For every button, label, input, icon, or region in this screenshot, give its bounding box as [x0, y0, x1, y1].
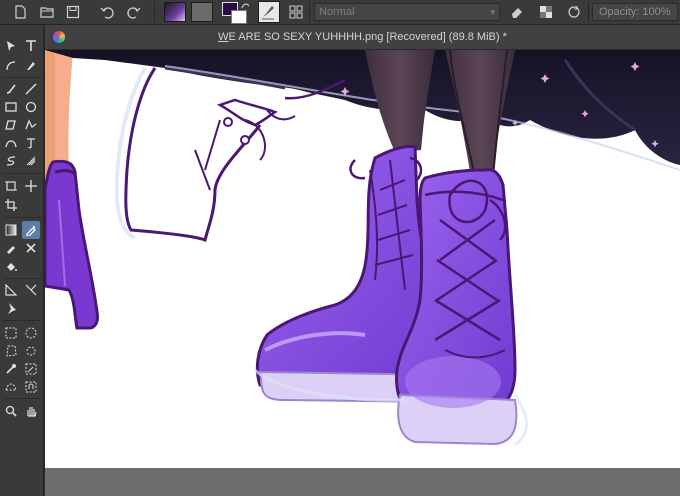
- swap-colors-icon[interactable]: [241, 2, 250, 10]
- save-document-icon[interactable]: [63, 2, 83, 22]
- document-title: WE ARE SO SEXY YUHHHH.png [Recovered] (8…: [45, 25, 680, 49]
- color-picker-tool-icon[interactable]: [22, 221, 40, 239]
- bezier-selection-tool-icon[interactable]: [2, 378, 20, 396]
- redo-icon[interactable]: [124, 2, 144, 22]
- background-color-swatch[interactable]: [231, 10, 247, 24]
- toolbox-separator: [3, 173, 41, 174]
- open-document-icon[interactable]: [37, 2, 57, 22]
- assistant-tool-icon[interactable]: [2, 281, 20, 299]
- new-document-icon[interactable]: [10, 2, 30, 22]
- polygonal-selection-tool-icon[interactable]: [2, 342, 20, 360]
- chevron-down-icon: ▾: [490, 7, 495, 17]
- pan-tool-icon[interactable]: [22, 402, 40, 420]
- line-tool-icon[interactable]: [22, 80, 40, 98]
- polyline-tool-icon[interactable]: [22, 116, 40, 134]
- toolbox-separator: [3, 320, 41, 321]
- reload-preset-icon[interactable]: [564, 2, 584, 22]
- freehand-brush-tool-icon[interactable]: [2, 80, 20, 98]
- tool-options-bar: Normal ▾ Opacity: 100%: [0, 0, 680, 25]
- preserve-alpha-icon[interactable]: [536, 2, 556, 22]
- crop-tool-icon[interactable]: [2, 196, 20, 214]
- edit-shapes-tool-icon[interactable]: [2, 57, 20, 75]
- toolbox-separator: [3, 77, 41, 78]
- blending-mode-value: Normal: [319, 6, 355, 18]
- contiguous-selection-tool-icon[interactable]: [2, 360, 20, 378]
- document-title-first-letter: W: [218, 31, 229, 43]
- white-boot-outline: [124, 67, 262, 243]
- color-selector[interactable]: [222, 2, 250, 24]
- undo-icon[interactable]: [97, 2, 117, 22]
- similar-color-selection-tool-icon[interactable]: [22, 360, 40, 378]
- brush-editor-icon[interactable]: [286, 2, 306, 22]
- calligraphy-tool-icon[interactable]: [22, 57, 40, 75]
- measure-tool-icon[interactable]: [22, 281, 40, 299]
- ellipse-tool-icon[interactable]: [22, 98, 40, 116]
- brush-preset-selector[interactable]: [258, 1, 280, 23]
- eraser-mode-icon[interactable]: [507, 2, 527, 22]
- rectangular-selection-tool-icon[interactable]: [2, 324, 20, 342]
- drawing-canvas[interactable]: [45, 50, 680, 468]
- crop-transform-tool-icon[interactable]: [2, 177, 20, 195]
- gradient-tool-icon[interactable]: [2, 221, 20, 239]
- canvas-background-area: [45, 468, 680, 496]
- left-boot: [45, 159, 99, 330]
- elliptical-selection-tool-icon[interactable]: [22, 324, 40, 342]
- freehand-selection-tool-icon[interactable]: [22, 342, 40, 360]
- artwork-illustration: [45, 50, 680, 447]
- toolbox-separator: [3, 278, 41, 279]
- reference-images-tool-icon[interactable]: [2, 299, 20, 317]
- fill-tool-icon[interactable]: [2, 258, 20, 276]
- dynamic-brush-tool-icon[interactable]: [2, 152, 20, 170]
- smart-patch-tool-icon[interactable]: [22, 239, 40, 257]
- toolbox: [0, 25, 44, 496]
- move-tool-icon[interactable]: [22, 177, 40, 195]
- bezier-curve-tool-icon[interactable]: [2, 134, 20, 152]
- magnetic-selection-tool-icon[interactable]: [22, 378, 40, 396]
- multibrush-tool-icon[interactable]: [22, 152, 40, 170]
- toolbox-separator: [3, 398, 41, 399]
- text-tool-icon[interactable]: [22, 37, 40, 55]
- dark-skirt: [45, 50, 680, 165]
- toolbar-separator: [309, 2, 310, 22]
- rectangle-tool-icon[interactable]: [2, 98, 20, 116]
- document-title-text: E ARE SO SEXY YUHHHH.png [Recovered] (89…: [228, 31, 507, 43]
- toolbar-separator: [588, 2, 589, 22]
- toolbar-separator: [154, 2, 155, 22]
- opacity-slider[interactable]: Opacity: 100%: [592, 3, 678, 21]
- blending-mode-dropdown[interactable]: Normal ▾: [314, 3, 500, 21]
- zoom-tool-icon[interactable]: [2, 402, 20, 420]
- toolbox-separator: [3, 217, 41, 218]
- gradient-selector[interactable]: [164, 2, 186, 22]
- colorize-mask-tool-icon[interactable]: [2, 239, 20, 257]
- polygon-tool-icon[interactable]: [2, 116, 20, 134]
- pattern-selector[interactable]: [191, 2, 213, 22]
- freehand-path-tool-icon[interactable]: [22, 134, 40, 152]
- document-title-bar: WE ARE SO SEXY YUHHHH.png [Recovered] (8…: [45, 25, 680, 50]
- select-shapes-tool-icon[interactable]: [2, 37, 20, 55]
